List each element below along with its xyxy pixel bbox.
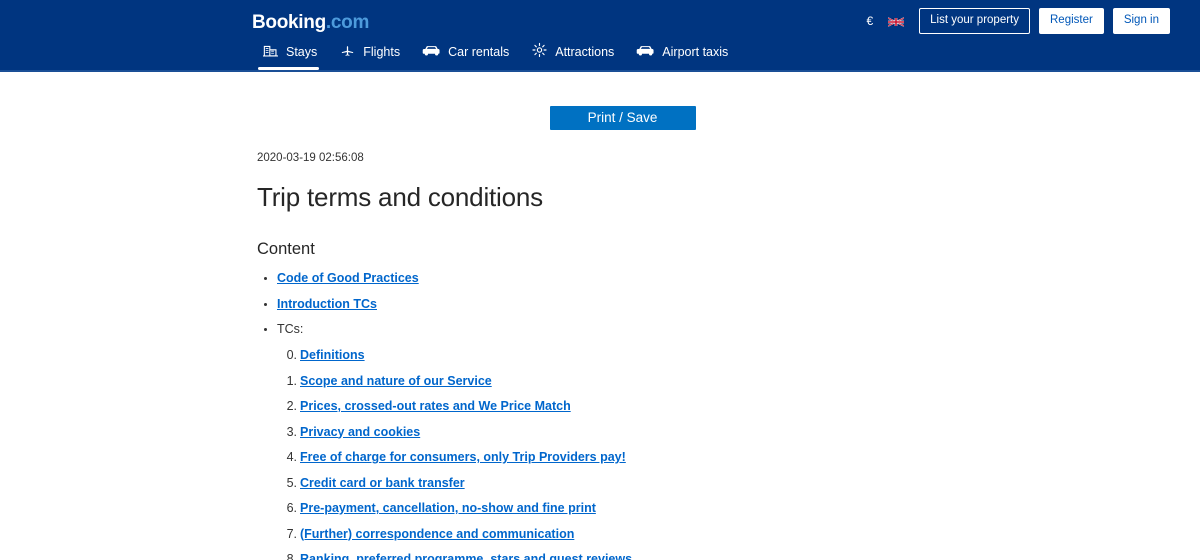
list-item: Scope and nature of our Service bbox=[280, 374, 950, 388]
list-item: Introduction TCs bbox=[277, 297, 950, 311]
toc-link-introduction-tcs[interactable]: Introduction TCs bbox=[277, 297, 377, 311]
list-your-property-button[interactable]: List your property bbox=[919, 8, 1030, 34]
list-item: Pre-payment, cancellation, no-show and f… bbox=[280, 501, 950, 515]
attractions-icon bbox=[531, 42, 548, 61]
print-save-button[interactable]: Print / Save bbox=[549, 106, 696, 130]
nav-label-stays: Stays bbox=[286, 45, 318, 59]
print-save-row: Print / Save bbox=[0, 106, 1200, 130]
list-item: Prices, crossed-out rates and We Price M… bbox=[280, 399, 950, 413]
taxi-icon bbox=[636, 43, 655, 61]
list-item: Credit card or bank transfer bbox=[280, 476, 950, 490]
toc-link-further-correspondence[interactable]: (Further) correspondence and communicati… bbox=[300, 527, 574, 541]
list-item: Privacy and cookies bbox=[280, 425, 950, 439]
page-title: Trip terms and conditions bbox=[257, 182, 543, 212]
site-header: Booking.com € List your property Registe… bbox=[0, 0, 1200, 72]
primary-nav: Stays Flights Car rentals Attractions Ai… bbox=[0, 38, 1200, 70]
register-button[interactable]: Register bbox=[1039, 8, 1104, 34]
document-body: 2020-03-19 02:56:08 Trip terms and condi… bbox=[250, 152, 950, 560]
toc-link-code-of-good-practices[interactable]: Code of Good Practices bbox=[277, 271, 419, 285]
toc-link-pre-payment-cancellation[interactable]: Pre-payment, cancellation, no-show and f… bbox=[300, 501, 596, 515]
signin-button[interactable]: Sign in bbox=[1112, 8, 1170, 34]
nav-item-attractions[interactable]: Attractions bbox=[521, 42, 626, 70]
list-item: Ranking, preferred programme, stars and … bbox=[280, 552, 950, 560]
document-timestamp: 2020-03-19 02:56:08 bbox=[257, 152, 364, 164]
toc-label-tcs: TCs: bbox=[277, 322, 304, 336]
header-actions: € List your property Register Sign in bbox=[860, 4, 1190, 34]
bed-icon bbox=[262, 43, 279, 61]
toc-link-scope-and-nature-of-our-service[interactable]: Scope and nature of our Service bbox=[300, 374, 492, 388]
nav-item-stays[interactable]: Stays bbox=[252, 43, 329, 70]
nav-item-flights[interactable]: Flights bbox=[329, 43, 412, 70]
logo-main-text: Booking bbox=[252, 12, 326, 33]
nav-item-airport-taxis[interactable]: Airport taxis bbox=[626, 43, 740, 70]
nav-label-flights: Flights bbox=[363, 45, 401, 59]
nav-label-car-rentals: Car rentals bbox=[448, 45, 510, 59]
toc-link-credit-card-or-bank-transfer[interactable]: Credit card or bank transfer bbox=[300, 476, 465, 490]
content-heading: Content bbox=[257, 240, 315, 258]
toc-link-free-of-charge-for-consumers[interactable]: Free of charge for consumers, only Trip … bbox=[300, 450, 626, 464]
booking-logo[interactable]: Booking.com bbox=[252, 6, 369, 32]
toc-numbered-list: Definitions Scope and nature of our Serv… bbox=[277, 348, 950, 560]
toc-link-prices-crossed-out-rates[interactable]: Prices, crossed-out rates and We Price M… bbox=[300, 399, 571, 413]
list-item: Free of charge for consumers, only Trip … bbox=[280, 450, 950, 464]
list-item: Definitions bbox=[280, 348, 950, 362]
list-item: TCs: Definitions Scope and nature of our… bbox=[277, 322, 950, 560]
list-item: Code of Good Practices bbox=[277, 271, 950, 285]
toc-bullet-list: Code of Good Practices Introduction TCs … bbox=[257, 271, 950, 560]
plane-icon bbox=[339, 43, 356, 61]
nav-item-car-rentals[interactable]: Car rentals bbox=[412, 43, 521, 70]
toc-link-definitions[interactable]: Definitions bbox=[300, 348, 365, 362]
nav-label-airport-taxis: Airport taxis bbox=[662, 45, 729, 59]
toc-link-ranking-preferred-programme[interactable]: Ranking, preferred programme, stars and … bbox=[300, 552, 632, 560]
toc-link-privacy-and-cookies[interactable]: Privacy and cookies bbox=[300, 425, 420, 439]
logo-suffix-text: .com bbox=[325, 12, 370, 33]
list-item: (Further) correspondence and communicati… bbox=[280, 527, 950, 541]
car-icon bbox=[422, 43, 441, 61]
nav-label-attractions: Attractions bbox=[555, 44, 615, 59]
currency-selector[interactable]: € bbox=[860, 11, 879, 31]
main-content: Print / Save 2020-03-19 02:56:08 Trip te… bbox=[0, 72, 1200, 560]
header-top-bar: Booking.com € List your property Registe… bbox=[0, 0, 1200, 38]
uk-flag-svg bbox=[888, 17, 905, 27]
uk-flag-icon[interactable] bbox=[888, 15, 905, 27]
